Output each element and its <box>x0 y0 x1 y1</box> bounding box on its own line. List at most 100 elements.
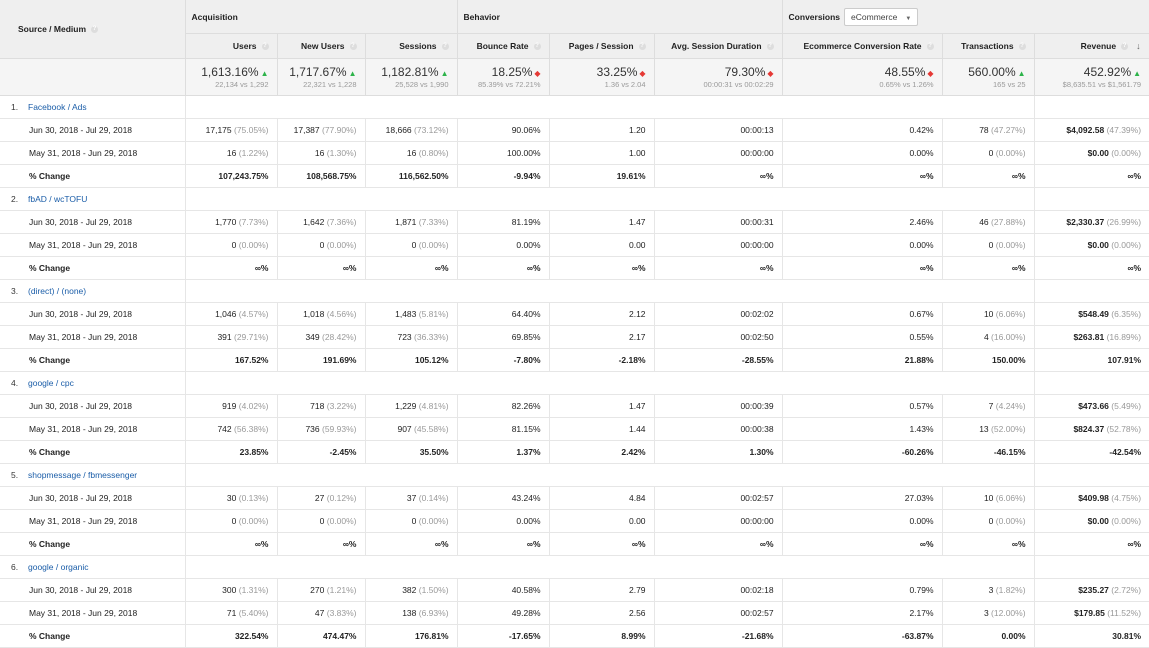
metric-value: $4,092.58 <box>1066 125 1105 135</box>
metric-value: 16 <box>314 148 325 158</box>
metric-value: 0.00% <box>516 516 541 526</box>
change-cell: -17.65% <box>457 624 550 648</box>
summary-value: 1,613.16% <box>201 65 259 79</box>
metric-value: 00:02:18 <box>740 585 774 595</box>
metric-percent-of-total: (0.00%) <box>326 516 357 526</box>
metric-value: $263.81 <box>1073 332 1105 342</box>
metric-value: 907 <box>397 424 412 434</box>
metric-percent-of-total: (3.22%) <box>326 401 357 411</box>
date-range-row: May 31, 2018 - Jun 29, 2018 742 (56.38%) 7… <box>0 417 1149 441</box>
source-medium-link[interactable]: fbAD / wcTOFU <box>28 194 87 204</box>
metric-value: 1.47 <box>628 217 646 227</box>
metric-value: 16 <box>226 148 237 158</box>
source-row: 1. Facebook / Ads <box>0 95 1149 119</box>
metric-value: $235.27 <box>1078 585 1109 595</box>
date-range-label: May 31, 2018 - Jun 29, 2018 <box>0 233 186 257</box>
column-header-avg-session-duration[interactable]: Avg. Session Duration? <box>654 33 783 59</box>
help-icon[interactable]: ? <box>1018 43 1026 51</box>
metric-cell: 4.84 <box>549 486 655 510</box>
source-medium-link[interactable]: Facebook / Ads <box>28 102 87 112</box>
percent-change-label: % Change <box>0 164 186 188</box>
source-row: 3. (direct) / (none) <box>0 279 1149 303</box>
summary-change-value: 33.25% ◆ <box>550 65 646 79</box>
metric-cell: 0 (0.00%) <box>277 509 366 533</box>
source-row-spacer <box>1033 279 1149 303</box>
metric-cell: 1,483 (5.81%) <box>365 302 458 326</box>
metric-cell: 1,018 (4.56%) <box>277 302 366 326</box>
column-header-new-users[interactable]: New Users? <box>277 33 366 59</box>
arrow-up-icon: ▲ <box>1017 69 1026 78</box>
metric-cell: $0.00 (0.00%) <box>1034 509 1149 533</box>
metric-percent-of-total: (6.35%) <box>1111 309 1142 319</box>
metric-value: 736 <box>305 424 320 434</box>
metric-percent-of-total: (27.88%) <box>991 217 1026 227</box>
help-icon[interactable]: ? <box>766 43 774 51</box>
source-medium-header[interactable]: Source / Medium? <box>0 0 186 59</box>
metric-value: 10 <box>983 493 994 503</box>
metric-cell: 00:00:38 <box>654 417 783 441</box>
summary-comparison: 85.39% vs 72.21% <box>477 80 541 89</box>
percent-change-row: % Change 167.52% 191.69% 105.12% -7.80% -2.18… <box>0 348 1149 372</box>
conversions-goal-dropdown[interactable]: eCommerce ▼ <box>844 7 919 26</box>
change-cell: ∞% <box>654 532 783 556</box>
summary-comparison: 165 vs 25 <box>993 80 1026 89</box>
source-medium-link[interactable]: google / organic <box>28 562 89 572</box>
column-header-pages-session[interactable]: Pages / Session? <box>549 33 655 59</box>
source-row-spacer <box>184 371 1035 395</box>
date-range-row: May 31, 2018 - Jun 29, 2018 71 (5.40%) 47 … <box>0 601 1149 625</box>
source-row-spacer <box>1033 95 1149 119</box>
metric-percent-of-total: (52.78%) <box>1106 424 1142 434</box>
change-cell: ∞% <box>365 532 458 556</box>
source-medium-link[interactable]: google / cpc <box>28 378 74 388</box>
summary-label-cell <box>0 58 186 96</box>
help-icon[interactable]: ? <box>349 43 357 51</box>
metric-percent-of-total: (26.99%) <box>1106 217 1142 227</box>
source-row: 4. google / cpc <box>0 371 1149 395</box>
metric-cell: 43.24% <box>457 486 550 510</box>
date-range-label: May 31, 2018 - Jun 29, 2018 <box>0 325 186 349</box>
metric-value: 81.19% <box>511 217 541 227</box>
column-header-label: Bounce Rate <box>476 41 529 51</box>
help-icon[interactable]: ? <box>638 43 646 51</box>
column-header-sessions[interactable]: Sessions? <box>365 33 458 59</box>
metric-cell: 723 (36.33%) <box>365 325 458 349</box>
metric-value: 138 <box>402 608 417 618</box>
metric-cell: 81.19% <box>457 210 550 234</box>
row-index: 5. <box>11 470 19 480</box>
change-cell: ∞% <box>782 532 943 556</box>
metric-percent-of-total: (59.93%) <box>322 424 357 434</box>
metric-cell: 1.47 <box>549 394 655 418</box>
column-header-ecommerce-conversion-rate[interactable]: Ecommerce Conversion Rate? <box>782 33 943 59</box>
column-header-bounce-rate[interactable]: Bounce Rate? <box>457 33 550 59</box>
column-header-revenue[interactable]: Revenue? ↓ <box>1034 33 1149 59</box>
sort-descending-icon[interactable]: ↓ <box>1136 41 1141 51</box>
metric-cell: $0.00 (0.00%) <box>1034 141 1149 165</box>
metric-percent-of-total: (1.22%) <box>238 148 269 158</box>
change-cell: ∞% <box>782 256 943 280</box>
help-icon[interactable]: ? <box>533 43 541 51</box>
summary-value: 79.30% <box>724 65 766 79</box>
metric-percent-of-total: (56.38%) <box>234 424 269 434</box>
column-header-users[interactable]: Users? <box>185 33 278 59</box>
change-cell: 107.91% <box>1034 348 1149 372</box>
arrow-down-icon: ◆ <box>767 69 774 78</box>
help-icon[interactable]: ? <box>91 26 99 34</box>
help-icon[interactable]: ? <box>441 43 449 51</box>
metric-cell: 2.56 <box>549 601 655 625</box>
metric-value: 27.03% <box>904 493 934 503</box>
metric-value: 0.00 <box>628 240 646 250</box>
column-header-label: Ecommerce Conversion Rate <box>803 41 922 51</box>
metric-percent-of-total: (4.24%) <box>995 401 1026 411</box>
help-icon[interactable]: ? <box>261 43 269 51</box>
help-icon[interactable]: ? <box>926 43 934 51</box>
help-icon[interactable]: ? <box>1121 43 1129 51</box>
source-medium-link[interactable]: shopmessage / fbmessenger <box>28 470 137 480</box>
source-medium-link[interactable]: (direct) / (none) <box>28 286 86 296</box>
metric-cell: 00:00:13 <box>654 118 783 142</box>
metric-percent-of-total: (0.00%) <box>238 240 269 250</box>
change-cell: ∞% <box>654 164 783 188</box>
column-header-transactions[interactable]: Transactions? <box>942 33 1035 59</box>
metric-cell: 0 (0.00%) <box>365 233 458 257</box>
change-cell: ∞% <box>277 532 366 556</box>
metric-value: 391 <box>217 332 232 342</box>
